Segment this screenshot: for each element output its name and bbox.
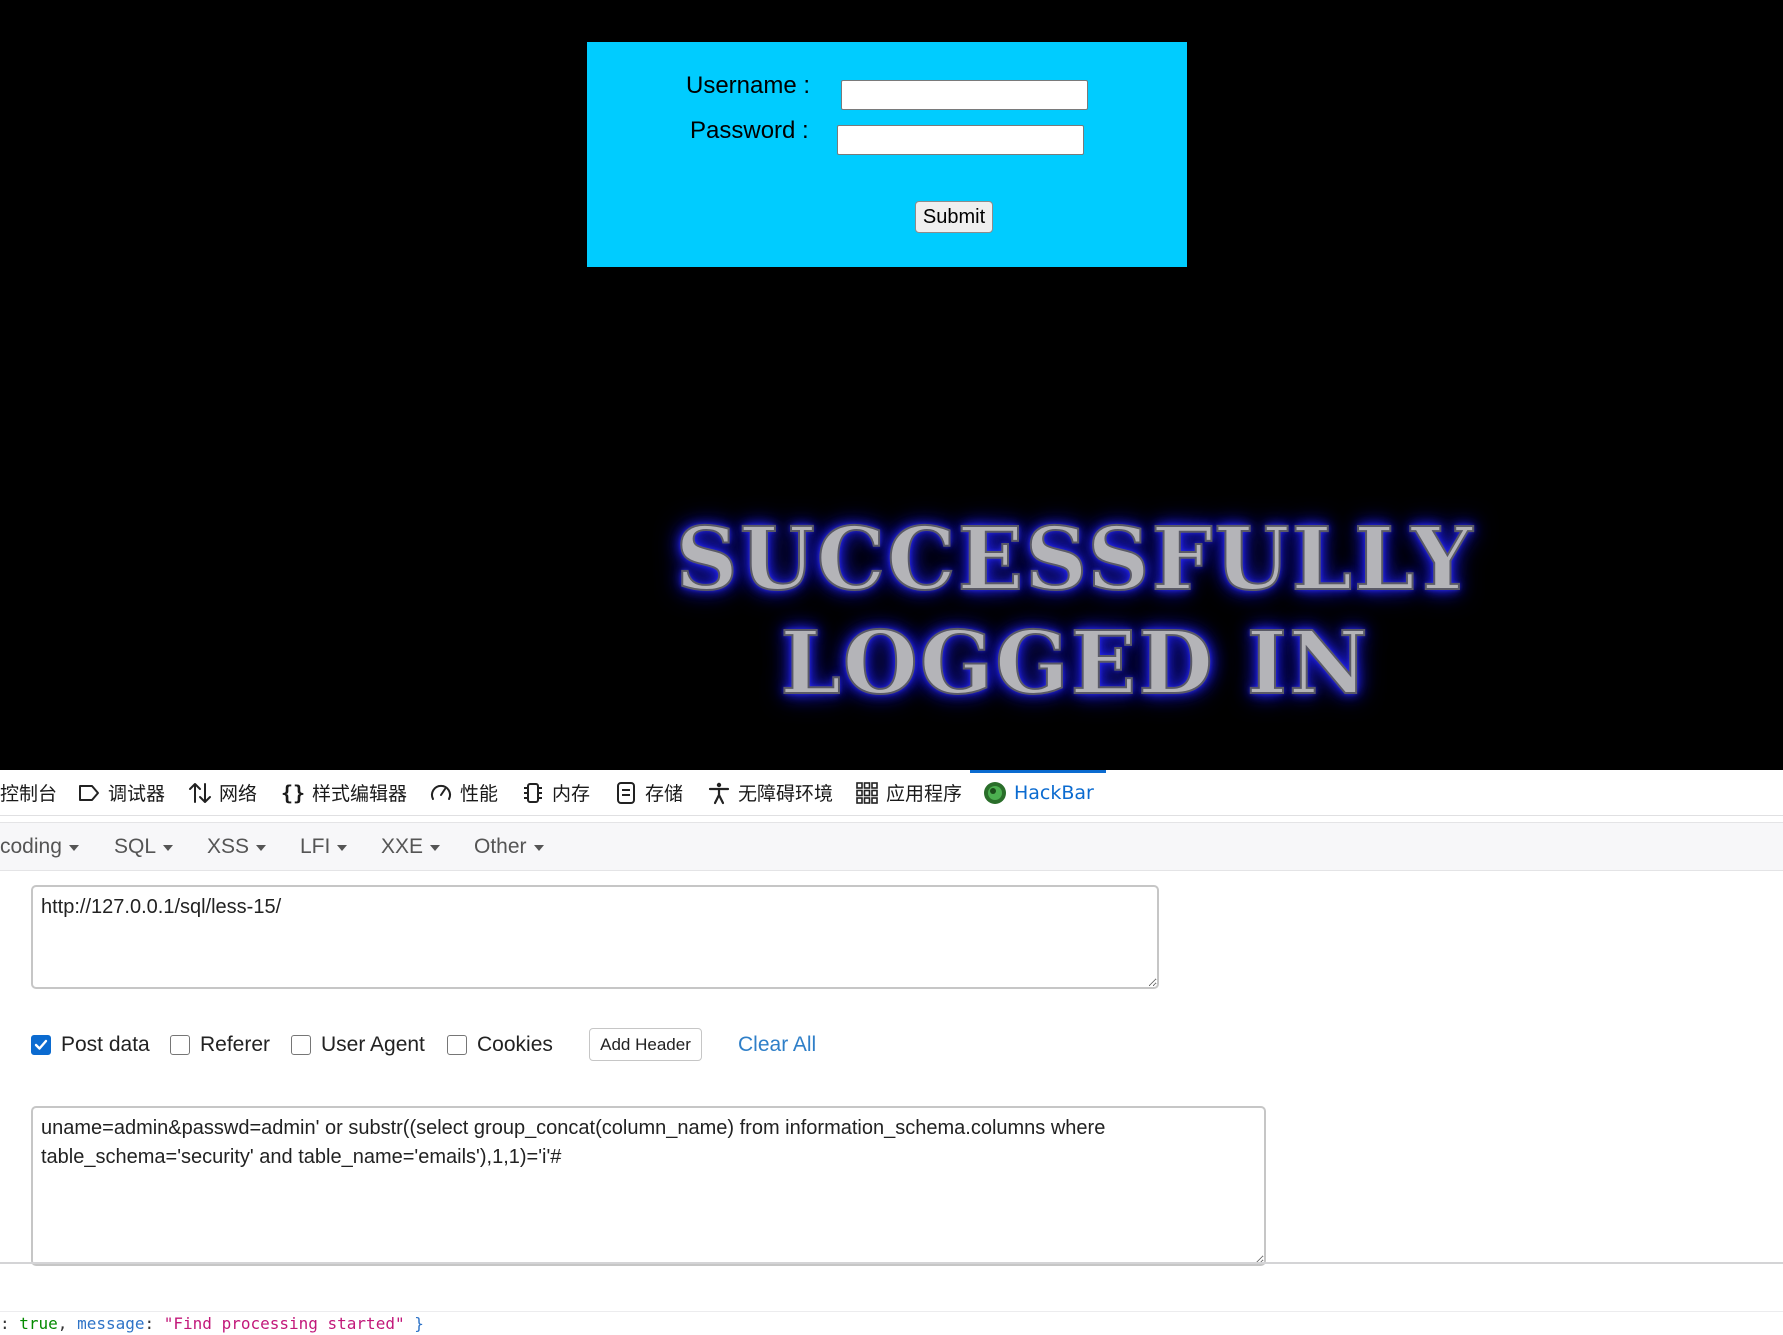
login-form: Username : Password : Submit (587, 42, 1187, 267)
post-data-input[interactable]: uname=admin&passwd=admin' or substr((sel… (31, 1106, 1266, 1266)
chevron-down-icon (256, 844, 267, 851)
tab-label: 存储 (645, 783, 684, 805)
console-divider (0, 1262, 1783, 1264)
tab-console[interactable]: 控制台 (0, 770, 57, 815)
tab-label: 内存 (552, 783, 591, 805)
clear-all-link[interactable]: Clear All (738, 1030, 816, 1060)
username-label: Username : (686, 72, 811, 99)
referer-label: Referer (200, 1033, 271, 1056)
memory-icon (520, 780, 546, 806)
cookies-option[interactable]: Cookies (447, 1030, 553, 1060)
tab-memory[interactable]: 内存 (520, 770, 590, 815)
debugger-icon (76, 780, 102, 806)
user-agent-label: User Agent (321, 1033, 425, 1056)
console-output: : true, message: "Find processing starte… (0, 1311, 1783, 1335)
console-message: "Find processing started" (163, 1314, 405, 1333)
username-input[interactable] (841, 80, 1088, 110)
console-comma: , (57, 1314, 78, 1333)
chevron-down-icon (533, 844, 544, 851)
post-data-label: Post data (61, 1033, 150, 1056)
hackbar-menu-bar: coding SQL XSS LFI XXE Other (0, 822, 1783, 871)
webpage-viewport: Username : Password : Submit SUCCESSFULL… (0, 0, 1783, 770)
console-key: message (77, 1314, 145, 1333)
menu-xss[interactable]: XSS (207, 823, 267, 870)
menu-lfi[interactable]: LFI (300, 823, 348, 870)
chevron-down-icon (163, 844, 174, 851)
menu-label: XSS (207, 834, 250, 858)
tab-label: 应用程序 (886, 783, 963, 805)
tab-style-editor[interactable]: {} 样式编辑器 (280, 770, 407, 815)
tab-label: 样式编辑器 (312, 783, 408, 805)
chevron-down-icon (337, 844, 348, 851)
network-icon (187, 780, 213, 806)
console-suffix: } (404, 1314, 424, 1333)
referer-option[interactable]: Referer (170, 1030, 270, 1060)
chevron-down-icon (430, 844, 441, 851)
tab-label: 无障碍环境 (738, 783, 834, 805)
post-data-checkbox[interactable] (31, 1035, 51, 1055)
menu-other[interactable]: Other (474, 823, 544, 870)
user-agent-option[interactable]: User Agent (291, 1030, 425, 1060)
submit-button[interactable]: Submit (915, 201, 993, 233)
success-banner: SUCCESSFULLY LOGGED IN (600, 508, 1550, 716)
menu-encoding[interactable]: coding (0, 823, 79, 870)
tab-accessibility[interactable]: 无障碍环境 (706, 770, 833, 815)
tab-performance[interactable]: 性能 (428, 770, 498, 815)
console-value-true: true (19, 1314, 58, 1333)
cookies-checkbox[interactable] (447, 1035, 467, 1055)
add-header-button[interactable]: Add Header (589, 1028, 702, 1061)
accessibility-icon (706, 780, 732, 806)
application-icon (854, 780, 880, 806)
devtools-tab-bar: 控制台 调试器 网络 {} 样式编辑器 性能 内存 存储 无障碍环境 应用程序 … (0, 770, 1783, 816)
tab-label: 控制台 (0, 783, 58, 805)
menu-label: coding (0, 834, 62, 858)
menu-sql[interactable]: SQL (114, 823, 174, 870)
tab-label: 性能 (460, 783, 499, 805)
cookies-label: Cookies (477, 1033, 553, 1056)
menu-label: XXE (381, 834, 424, 858)
chevron-down-icon (68, 844, 79, 851)
success-banner-line1: SUCCESSFULLY (675, 508, 1475, 611)
tab-network[interactable]: 网络 (187, 770, 257, 815)
performance-icon (428, 780, 454, 806)
checkmark-icon (34, 1039, 48, 1050)
tab-debugger[interactable]: 调试器 (76, 770, 165, 815)
tab-label: HackBar (1014, 781, 1094, 804)
password-input[interactable] (837, 125, 1084, 155)
password-label: Password : (690, 117, 809, 144)
tab-application[interactable]: 应用程序 (854, 770, 962, 815)
menu-label: SQL (114, 834, 157, 858)
console-colon: : (144, 1314, 164, 1333)
tab-hackbar[interactable]: HackBar (970, 770, 1106, 815)
user-agent-checkbox[interactable] (291, 1035, 311, 1055)
menu-label: Other (474, 834, 527, 858)
tab-label: 调试器 (108, 783, 166, 805)
menu-label: LFI (300, 834, 331, 858)
storage-icon (613, 780, 639, 806)
hackbar-icon (982, 780, 1008, 806)
style-editor-icon: {} (280, 780, 306, 805)
tab-label: 网络 (219, 783, 258, 805)
post-data-option[interactable]: Post data (31, 1030, 150, 1060)
referer-checkbox[interactable] (170, 1035, 190, 1055)
tab-storage[interactable]: 存储 (613, 770, 683, 815)
url-input[interactable]: http://127.0.0.1/sql/less-15/ (31, 885, 1159, 989)
success-banner-line2: LOGGED IN (779, 612, 1370, 715)
menu-xxe[interactable]: XXE (381, 823, 441, 870)
console-prefix: : (0, 1314, 20, 1333)
